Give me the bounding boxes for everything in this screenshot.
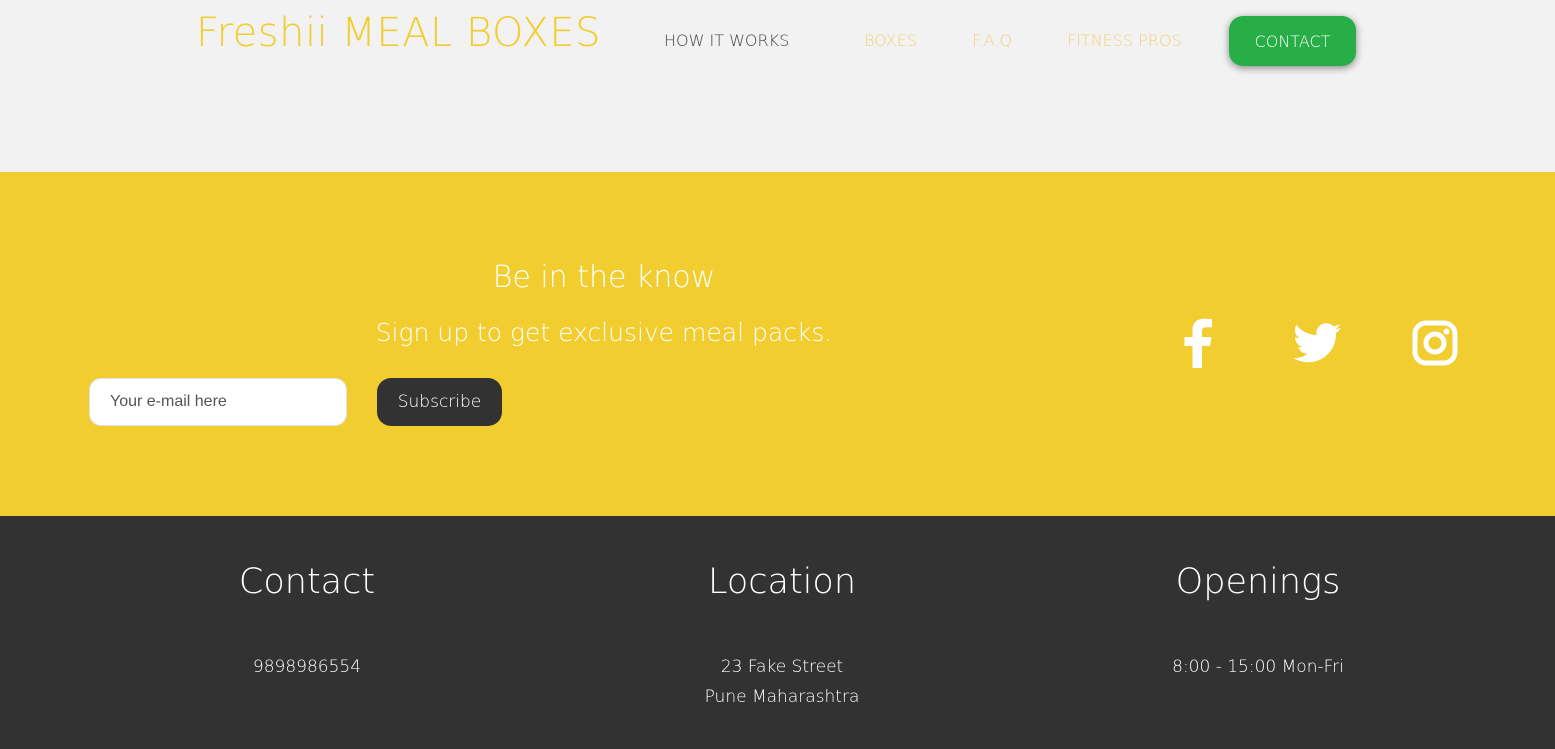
newsletter-section: Be in the know Sign up to get exclusive … [0,172,1555,516]
newsletter-title: Be in the know [492,260,716,295]
footer-contact: Contact 9898986554 [107,560,507,682]
newsletter-subtitle: Sign up to get exclusive meal packs. [375,318,833,347]
footer-location: Location 23 Fake Street Pune Maharashtra [582,560,982,712]
facebook-icon[interactable] [1172,317,1224,369]
contact-phone: 9898986554 [252,657,362,677]
location-city: Pune Maharashtra [704,687,860,707]
nav-boxes[interactable]: BOXES [864,31,917,50]
site-header: Freshii MEAL BOXES HOW IT WORKS BOXES F.… [0,0,1555,172]
nav-how-it-works[interactable]: HOW IT WORKS [664,31,789,50]
nav-fitness-pros[interactable]: FITNESS PROS [1067,31,1182,50]
email-input[interactable] [89,378,347,426]
nav-faq[interactable]: F.A.Q [972,31,1012,50]
instagram-icon[interactable] [1409,317,1461,369]
contact-heading: Contact [238,562,376,602]
subscribe-button[interactable]: Subscribe [377,378,502,426]
openings-heading: Openings [1175,562,1341,602]
site-footer: Contact 9898986554 Location 23 Fake Stre… [0,516,1555,749]
location-heading: Location [707,562,857,602]
footer-openings: Openings 8:00 - 15:00 Mon-Fri [1058,560,1458,682]
location-street: 23 Fake Street [720,657,844,677]
twitter-icon[interactable] [1291,317,1343,369]
contact-button[interactable]: CONTACT [1229,16,1356,66]
site-logo[interactable]: Freshii MEAL BOXES [196,10,601,56]
openings-hours: 8:00 - 15:00 Mon-Fri [1172,657,1344,677]
